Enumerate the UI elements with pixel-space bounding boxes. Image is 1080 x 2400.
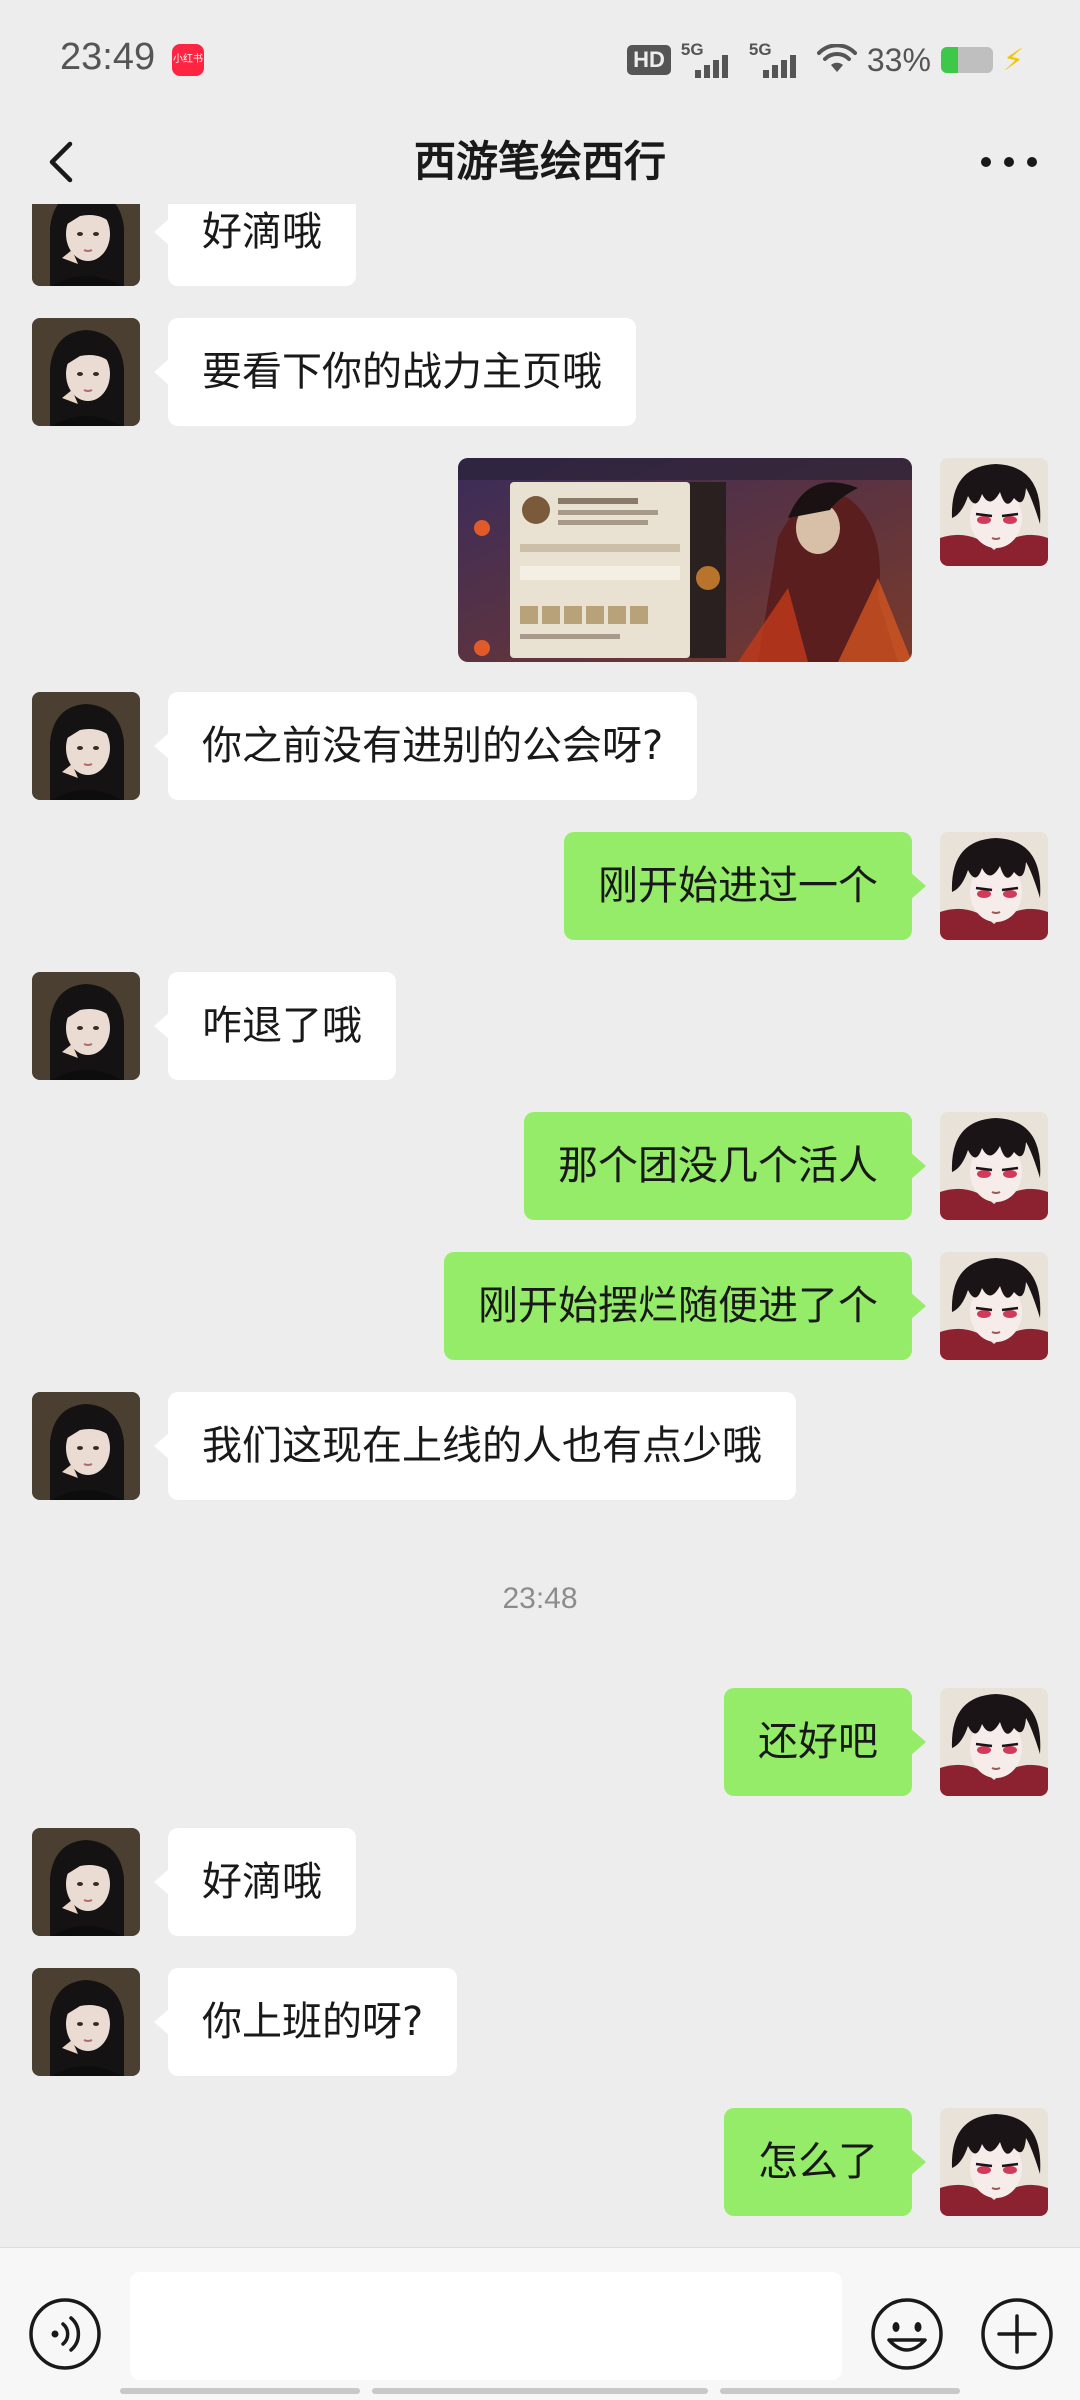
battery-icon — [940, 47, 993, 73]
message-row: 刚开始进过一个 — [0, 832, 1080, 940]
sent-message-bubble[interactable]: 那个团没几个活人 — [524, 1112, 926, 1220]
received-message-bubble[interactable]: 你上班的呀? — [153, 1968, 458, 2076]
signal-icon-1: 5G — [681, 40, 739, 80]
contact-avatar[interactable] — [32, 318, 140, 426]
message-row: 你上班的呀? — [0, 1968, 1080, 2076]
contact-avatar[interactable] — [32, 1968, 140, 2076]
received-message-bubble[interactable]: 咋退了哦 — [154, 972, 396, 1080]
input-bar — [0, 2247, 1080, 2400]
plus-icon — [981, 2298, 1053, 2370]
nav-bar: 西游笔绘西行 — [0, 120, 1080, 204]
my-avatar[interactable] — [940, 1688, 1048, 1796]
received-message-bubble[interactable]: 好滴哦 — [154, 204, 356, 286]
sent-message-bubble[interactable]: 刚开始进过一个 — [564, 832, 926, 940]
my-avatar[interactable] — [940, 1252, 1048, 1360]
message-row: 好滴哦 — [0, 1828, 1080, 1936]
gesture-bar — [720, 2388, 960, 2394]
received-message-bubble[interactable]: 好滴哦 — [154, 1828, 356, 1936]
image-message[interactable] — [458, 458, 912, 662]
message-row: 我们这现在上线的人也有点少哦 — [0, 1392, 1080, 1500]
gesture-bar — [120, 2388, 360, 2394]
emoji-button[interactable] — [869, 2296, 945, 2372]
xiaohongshu-app-icon: 小红书 — [172, 44, 204, 76]
time-divider: 23:48 — [502, 1582, 578, 1615]
message-row: 还好吧 — [0, 1688, 1080, 1796]
message-row: 那个团没几个活人 — [0, 1112, 1080, 1220]
signal-icon-2: 5G — [749, 40, 807, 80]
message-row: 你之前没有进别的公会呀? — [0, 692, 1080, 800]
emoji-icon — [871, 2298, 943, 2370]
sent-message-bubble[interactable]: 怎么了 — [724, 2108, 926, 2216]
received-message-bubble[interactable]: 我们这现在上线的人也有点少哦 — [154, 1392, 796, 1500]
wifi-icon — [816, 44, 857, 72]
voice-button[interactable] — [27, 2296, 103, 2372]
more-dots-icon — [981, 157, 1037, 167]
sent-message-bubble[interactable]: 刚开始摆烂随便进了个 — [444, 1252, 926, 1360]
message-row — [0, 458, 1080, 662]
gesture-bar — [372, 2388, 708, 2394]
chat-message-list[interactable]: 好滴哦 要看下你的战力主页哦 你之前没有进别的公会呀? 刚开始进过一个 咋退了哦 那个团没… — [0, 204, 1080, 2247]
status-icons: HD 5G 5G 33% ⚡ — [627, 38, 1024, 82]
contact-avatar[interactable] — [32, 972, 140, 1080]
status-bar: 23:49 小红书 HD 5G 5G 33% ⚡ — [0, 0, 1080, 120]
chat-title: 西游笔绘西行 — [413, 137, 666, 186]
message-row: 好滴哦 — [0, 204, 1080, 286]
voice-icon — [29, 2298, 101, 2370]
my-avatar[interactable] — [940, 458, 1048, 566]
message-row: 要看下你的战力主页哦 — [0, 318, 1080, 426]
my-avatar[interactable] — [940, 832, 1048, 940]
my-avatar[interactable] — [940, 1112, 1048, 1220]
contact-avatar[interactable] — [32, 1392, 140, 1500]
contact-avatar[interactable] — [32, 692, 140, 800]
received-message-bubble[interactable]: 要看下你的战力主页哦 — [154, 318, 636, 426]
my-avatar[interactable] — [940, 2108, 1048, 2216]
message-row: 咋退了哦 — [0, 972, 1080, 1080]
contact-avatar[interactable] — [32, 204, 140, 286]
message-row: 怎么了 — [0, 2108, 1080, 2216]
message-row: 刚开始摆烂随便进了个 — [0, 1252, 1080, 1360]
charging-icon: ⚡ — [1002, 42, 1024, 78]
more-button[interactable] — [974, 134, 1044, 190]
hd-voice-icon: HD — [627, 45, 671, 75]
battery-percent: 33% — [866, 41, 931, 78]
more-functions-button[interactable] — [979, 2296, 1055, 2372]
message-input[interactable] — [130, 2272, 842, 2380]
sent-message-bubble[interactable]: 还好吧 — [724, 1688, 926, 1796]
status-time: 23:49 — [60, 36, 156, 78]
contact-avatar[interactable] — [32, 1828, 140, 1936]
received-message-bubble[interactable]: 你之前没有进别的公会呀? — [153, 692, 698, 800]
